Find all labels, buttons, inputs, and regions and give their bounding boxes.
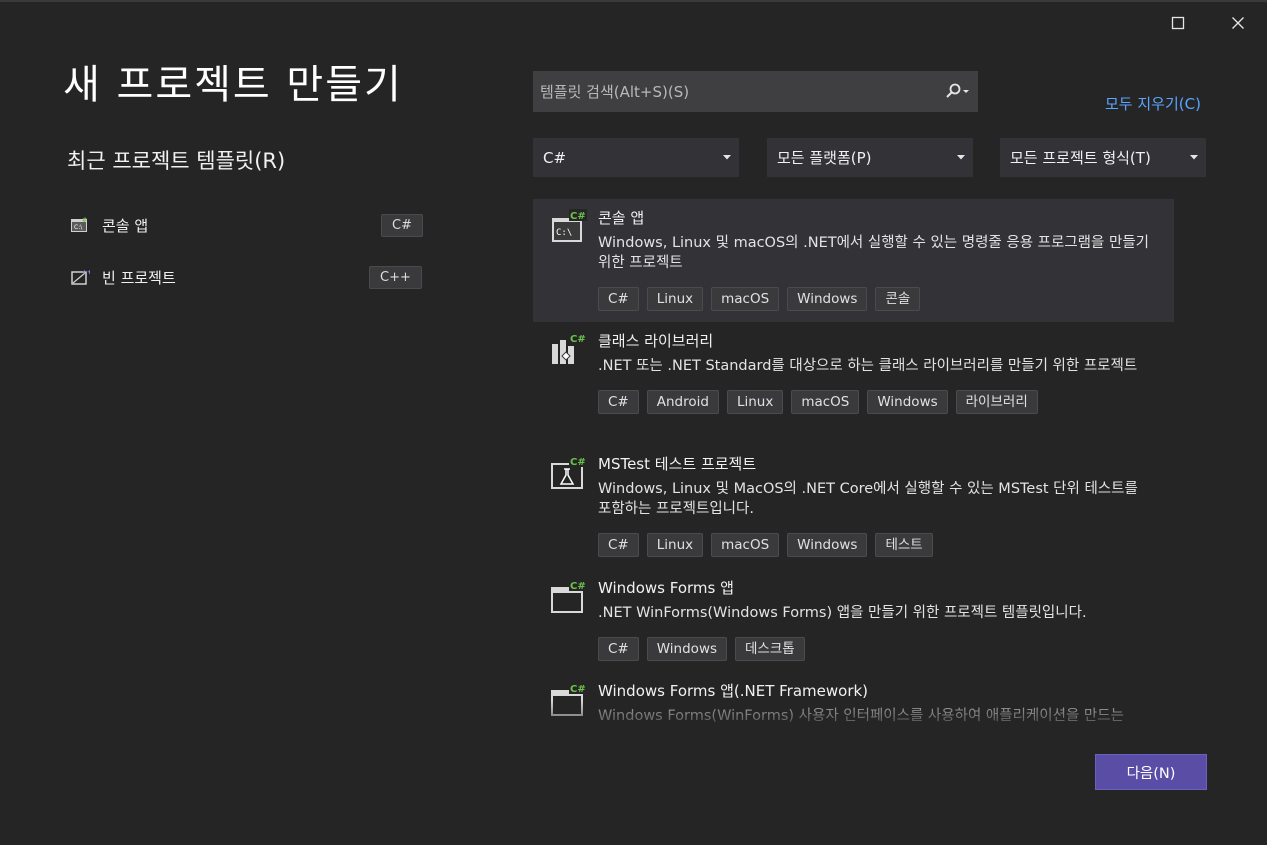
template-description: .NET WinForms(Windows Forms) 앱을 만들기 위한 프… [598, 605, 1087, 621]
template-item-windows-forms-framework[interactable]: C# Windows Forms 앱(.NET Framework) Windo… [533, 672, 1174, 725]
template-name: 클래스 라이브러리 [598, 332, 714, 350]
windows-forms-icon: C# [549, 682, 587, 718]
tag: 데스크톱 [735, 637, 805, 661]
tag: 콘솔 [875, 287, 921, 311]
template-item-console-app[interactable]: C:\ C# 콘솔 앱 Windows, Linux 및 macOS의 .NET… [533, 199, 1174, 322]
close-icon [1232, 17, 1244, 29]
windows-forms-icon: C# [549, 579, 587, 615]
search-icon [946, 83, 969, 98]
tag: macOS [711, 287, 780, 311]
svg-text:++: ++ [82, 269, 90, 276]
template-item-class-library[interactable]: C# 클래스 라이브러리 .NET 또는 .NET Standard를 대상으로… [533, 322, 1174, 445]
recent-item-empty-project[interactable]: ++ 빈 프로젝트 C++ [68, 262, 422, 292]
class-library-icon: C# [549, 332, 587, 368]
template-name: MSTest 테스트 프로젝트 [598, 455, 757, 473]
tag: C# [598, 533, 639, 557]
recent-item-label: 콘솔 앱 [102, 216, 149, 235]
tag: 라이브러리 [955, 390, 1038, 414]
template-description: Windows, Linux 및 MacOS의 .NET Core에서 실행할 … [598, 481, 1138, 517]
template-tags: C# Android Linux macOS Windows 라이브러리 [598, 390, 1154, 414]
template-search-box[interactable] [533, 71, 978, 112]
template-description: .NET 또는 .NET Standard를 대상으로 하는 클래스 라이브러리… [598, 358, 1138, 374]
tag: Linux [646, 287, 704, 311]
project-type-filter-dropdown[interactable]: 모든 프로젝트 형식(T) [1000, 138, 1206, 177]
maximize-button[interactable] [1163, 8, 1193, 38]
template-tags: C# Linux macOS Windows 콘솔 [598, 287, 1154, 311]
platform-filter-value: 모든 플랫폼(P) [777, 149, 872, 167]
console-app-icon: C:\ # [68, 215, 92, 235]
svg-text:C:\: C:\ [74, 224, 83, 231]
title-bar-strip [0, 0, 1267, 2]
template-item-windows-forms-app[interactable]: C# Windows Forms 앱 .NET WinForms(Windows… [533, 569, 1174, 672]
tag: C# [598, 637, 639, 661]
svg-text:C#: C# [570, 211, 586, 222]
chevron-down-icon [950, 155, 972, 160]
tag: C# [598, 390, 639, 414]
project-type-filter-value: 모든 프로젝트 형식(T) [1010, 149, 1151, 167]
tag: Windows [787, 287, 868, 311]
language-filter-value: C# [543, 148, 567, 167]
console-app-icon: C:\ C# [549, 209, 587, 245]
recent-item-language-badge: C# [381, 213, 423, 237]
template-description: Windows Forms(WinForms) 사용자 인터페이스를 사용하여 … [598, 708, 1124, 724]
close-button[interactable] [1223, 8, 1253, 38]
svg-text:C#: C# [570, 334, 586, 345]
template-search-input[interactable] [534, 82, 937, 101]
template-tags: C# Linux macOS Windows 테스트 [598, 533, 1154, 557]
svg-text:C#: C# [570, 684, 586, 695]
tag: macOS [791, 390, 860, 414]
language-filter-dropdown[interactable]: C# [533, 138, 739, 177]
template-item-mstest-project[interactable]: C# MSTest 테스트 프로젝트 Windows, Linux 및 MacO… [533, 445, 1174, 569]
template-list[interactable]: C:\ C# 콘솔 앱 Windows, Linux 및 macOS의 .NET… [533, 199, 1174, 725]
svg-text:C:\: C:\ [556, 228, 572, 238]
svg-text:#: # [82, 217, 87, 224]
tag: Android [646, 390, 719, 414]
test-project-icon: C# [549, 455, 587, 491]
search-options-button[interactable] [937, 72, 977, 111]
tag: Windows [646, 637, 728, 661]
clear-all-link[interactable]: 모두 지우기(C) [1105, 93, 1201, 114]
page-title: 새 프로젝트 만들기 [63, 62, 403, 108]
tag: C# [598, 287, 639, 311]
template-description: Windows, Linux 및 macOS의 .NET에서 실행할 수 있는 … [598, 235, 1149, 271]
tag: 테스트 [875, 533, 933, 557]
recent-item-language-badge: C++ [369, 265, 422, 289]
maximize-icon [1171, 16, 1185, 30]
template-name: Windows Forms 앱(.NET Framework) [598, 682, 869, 700]
empty-project-icon: ++ [68, 267, 92, 287]
svg-text:C#: C# [570, 457, 586, 468]
chevron-down-icon [1183, 155, 1205, 160]
svg-text:C#: C# [570, 581, 586, 592]
tag: macOS [711, 533, 780, 557]
template-name: 콘솔 앱 [598, 209, 645, 227]
tag: Linux [726, 390, 784, 414]
tag: Linux [646, 533, 704, 557]
platform-filter-dropdown[interactable]: 모든 플랫폼(P) [767, 138, 973, 177]
next-button[interactable]: 다음(N) [1095, 754, 1207, 790]
template-tags: C# Windows 데스크톱 [598, 637, 1154, 661]
template-name: Windows Forms 앱 [598, 579, 734, 597]
tag: Windows [787, 533, 868, 557]
recent-templates-heading: 최근 프로젝트 템플릿(R) [67, 149, 286, 173]
tag: Windows [867, 390, 948, 414]
recent-item-console-app[interactable]: C:\ # 콘솔 앱 C# [68, 210, 423, 240]
chevron-down-icon [716, 155, 738, 160]
